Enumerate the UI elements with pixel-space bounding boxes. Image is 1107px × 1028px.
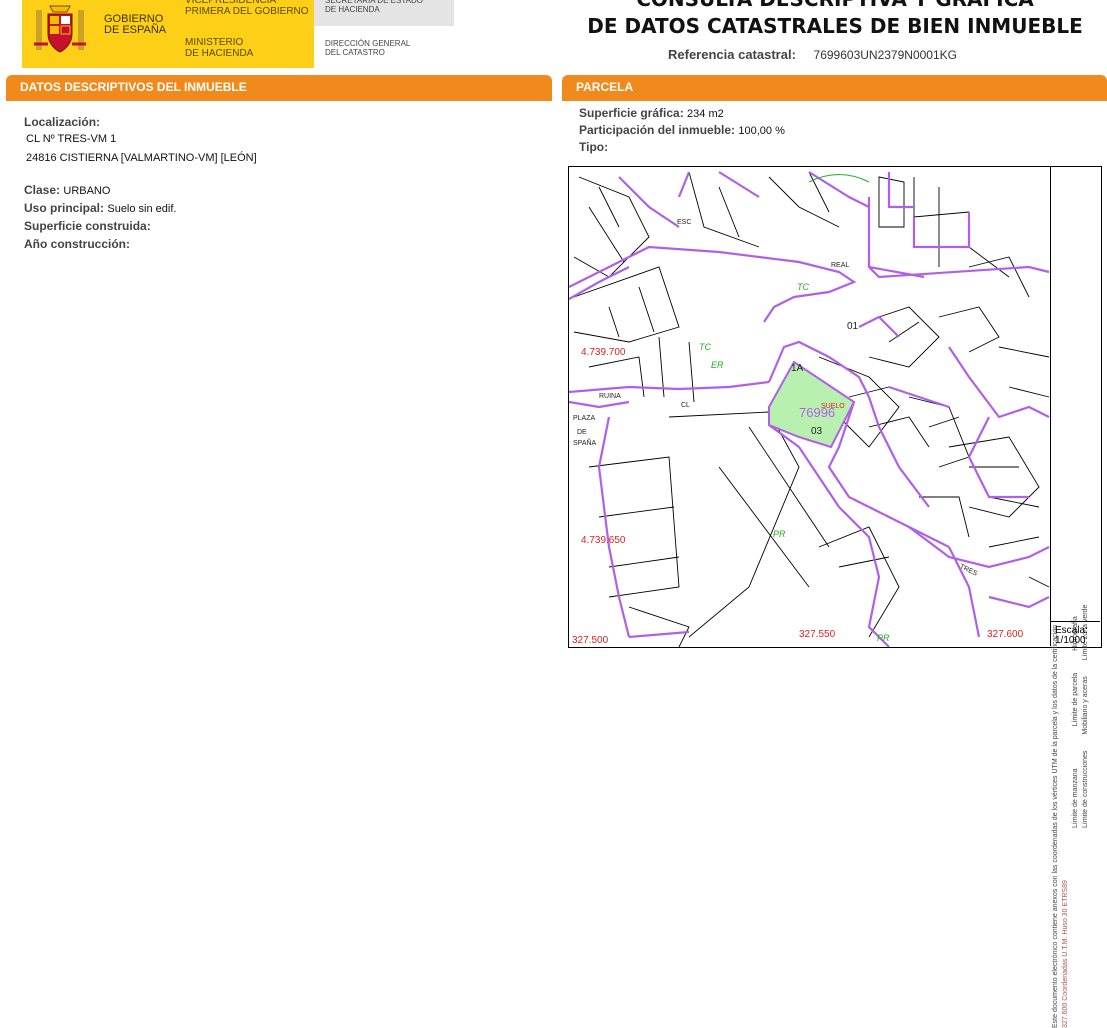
legend-mobiliario: Mobiliario y aceras: [1082, 676, 1089, 735]
superficie-grafica-value: 234 m2: [687, 108, 724, 120]
map-scale: Escala: 1/1000: [1050, 621, 1100, 646]
uso-label: Uso principal:: [24, 201, 105, 215]
zone-pr-1: PR: [773, 529, 786, 539]
zone-tc-2: TC: [699, 342, 711, 352]
legend-limite-construcciones: Límite de construcciones: [1082, 750, 1089, 828]
legend-limite-parcela: Límite de parcela: [1072, 672, 1079, 727]
cadastral-map: 76996 327.500 327.550 327.600 4.739.700 …: [568, 166, 1102, 648]
clase-label: Clase:: [24, 183, 61, 197]
participacion-value: 100,00 %: [738, 125, 785, 137]
street-cl-label: CL: [681, 402, 690, 409]
participacion-label: Participación del inmueble:: [579, 123, 736, 137]
subparcel-04: 1A: [791, 363, 804, 374]
vicepresidencia-text: VICEPRESIDENCIA PRIMERA DEL GOBIERNO: [185, 0, 309, 17]
coat-of-arms-icon: [34, 5, 86, 53]
ref-label: Referencia catastral:: [668, 47, 796, 62]
section-bar-descriptivos: DATOS DESCRIPTIVOS DEL INMUEBLE: [6, 75, 552, 101]
coord-y1: 4.739.700: [581, 347, 626, 358]
street-plaza-label: PLAZA: [573, 415, 596, 422]
uso-row: Uso principal: Suelo sin edif.: [24, 201, 176, 215]
zone-tc-1: TC: [797, 282, 809, 292]
superficie-grafica-label: Superficie gráfica:: [579, 106, 684, 120]
uso-value: Suelo sin edif.: [107, 203, 177, 215]
tipo-row: Tipo:: [579, 140, 608, 154]
coord-x3: 327.600: [987, 629, 1024, 640]
government-logo-block: GOBIERNO DE ESPAÑA VICEPRESIDENCIA PRIME…: [22, 0, 454, 68]
scale-value: 1/1000: [1055, 635, 1086, 646]
street-spana-label: SPAÑA: [573, 440, 597, 447]
zone-er: ER: [711, 360, 724, 370]
section-bar-parcela: PARCELA: [562, 75, 1107, 101]
street-de-label: DE: [577, 429, 587, 436]
coord-y2: 4.739.650: [581, 535, 626, 546]
gobierno-text: GOBIERNO DE ESPAÑA: [104, 13, 167, 36]
legend-limite-manzana: Límite de manzana: [1072, 768, 1079, 828]
participacion-row: Participación del inmueble: 100,00 %: [579, 123, 785, 137]
street-ruina-label: RUINA: [599, 393, 621, 400]
clase-value: URBANO: [63, 185, 111, 197]
subparcel-03: 03: [811, 426, 823, 437]
street-esc-label: ESC: [677, 219, 692, 226]
address-line-1: CL Nº TRES-VM 1: [26, 133, 117, 145]
superficie-construida-label: Superficie construida:: [24, 219, 151, 233]
ministerio-text: MINISTERIO DE HACIENDA: [185, 37, 254, 59]
anio-construccion-row: Año construcción:: [24, 237, 130, 251]
referencia-catastral: Referencia catastral: 7699603UN2379N0001…: [668, 47, 957, 62]
address-line-2: 24816 CISTIERNA [VALMARTINO-VM] [LEÓN]: [26, 152, 257, 164]
anio-construccion-label: Año construcción:: [24, 237, 131, 251]
map-legend: Este documento electrónico contiene anex…: [1050, 166, 1101, 1028]
localizacion-label: Localización:: [24, 115, 101, 129]
ref-value: 7699603UN2379N0001KG: [813, 48, 957, 62]
street-real-label: REAL: [831, 262, 850, 269]
title-line-1: CONSULTA DESCRIPTIVA Y GRÁFICA: [560, 0, 1107, 13]
page-title: CONSULTA DESCRIPTIVA Y GRÁFICA DE DATOS …: [560, 0, 1107, 40]
title-line-2: DE DATOS CATASTRALES DE BIEN INMUEBLE: [587, 14, 1083, 38]
suelo-label: SUELO: [821, 403, 845, 410]
section-title-parcela: PARCELA: [576, 80, 634, 94]
direccion-catastro-text: DIRECCIÓN GENERAL DEL CATASTRO: [325, 39, 411, 57]
subparcel-01: 01: [847, 321, 859, 332]
coord-x2: 327.550: [799, 629, 836, 640]
section-title-descriptivos: DATOS DESCRIPTIVOS DEL INMUEBLE: [20, 80, 247, 94]
zone-pr-2: PR: [877, 633, 890, 643]
secretaria-text: SECRETARÍA DE ESTADO DE HACIENDA: [325, 0, 423, 14]
coord-x1: 327.500: [572, 635, 609, 646]
superficie-grafica-row: Superficie gráfica: 234 m2: [579, 106, 724, 120]
superficie-construida-row: Superficie construida:: [24, 219, 151, 233]
tipo-label: Tipo:: [579, 140, 609, 154]
localizacion-block: Localización:: [24, 115, 100, 129]
clase-row: Clase: URBANO: [24, 183, 110, 197]
